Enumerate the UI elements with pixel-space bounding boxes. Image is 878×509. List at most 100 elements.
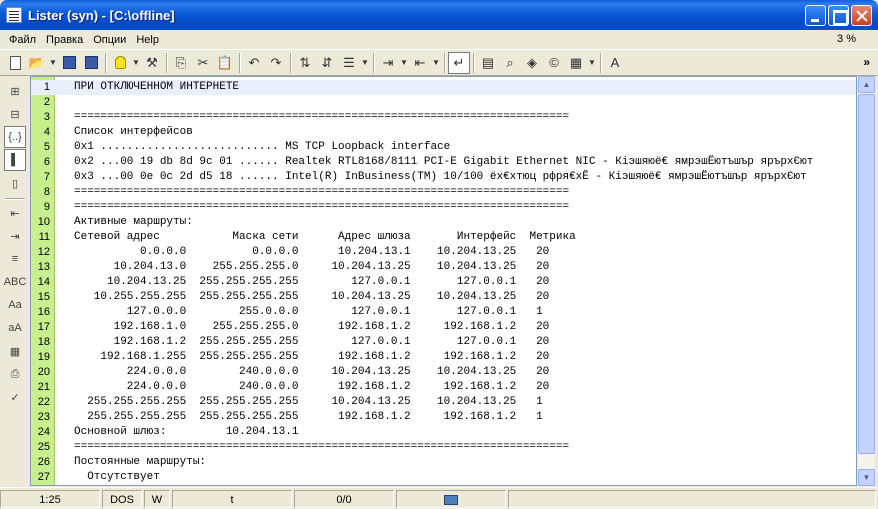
line-number: 8 xyxy=(43,186,50,198)
editor-line[interactable]: 22 255.255.255.255 255.255.255.255 10.20… xyxy=(31,395,856,410)
font-size-icon[interactable]: A xyxy=(604,52,626,74)
menu-options[interactable]: Опции xyxy=(88,34,131,46)
redo-icon[interactable]: ↷ xyxy=(265,52,287,74)
editor-line[interactable]: 4 Список интерфейсов xyxy=(31,125,856,140)
abc-icon[interactable]: ABC xyxy=(4,271,27,293)
lightbulb-dropdown-icon[interactable]: ▼ xyxy=(131,52,141,74)
bracket-icon[interactable]: {..} xyxy=(4,126,26,148)
line-text: 0x2 ...00 19 db 8d 9c 01 ...... Realtek … xyxy=(74,156,814,168)
line-number: 1 xyxy=(43,81,50,93)
editor-line[interactable]: 26 Постоянные маршруты: xyxy=(31,455,856,470)
vertical-scrollbar[interactable]: ▲ ▼ xyxy=(857,76,875,486)
line-number: 23 xyxy=(37,411,50,423)
status-mode[interactable]: W xyxy=(144,489,170,508)
editor-line[interactable]: 6 0x2 ...00 19 db 8d 9c 01 ...... Realtek… xyxy=(31,155,856,170)
copyright-icon[interactable]: © xyxy=(543,52,565,74)
editor-line[interactable]: 8 =======================================… xyxy=(31,185,856,200)
editor-line[interactable]: 5 0x1 ........................... MS TCP … xyxy=(31,140,856,155)
editor-line[interactable]: 1 ПРИ ОТКЛЮЧЕННОМ ИНТЕРНЕТЕ xyxy=(31,80,856,95)
export-icon[interactable]: ▦ xyxy=(565,52,587,74)
status-tabs[interactable]: t xyxy=(172,489,292,508)
menu-file[interactable]: Файл xyxy=(4,34,41,46)
save-icon[interactable] xyxy=(58,52,80,74)
copy-icon[interactable]: ⎘ xyxy=(170,52,192,74)
calendar-icon[interactable]: ▦ xyxy=(4,340,26,362)
close-button[interactable] xyxy=(851,4,872,26)
editor-line[interactable]: 9 =======================================… xyxy=(31,200,856,215)
tree-icon[interactable]: ⊞ xyxy=(4,80,26,102)
lister-app-icon[interactable] xyxy=(6,7,22,23)
indent-icon[interactable]: ⇥ xyxy=(377,52,399,74)
scroll-down-icon[interactable]: ▼ xyxy=(858,469,875,486)
open-dropdown-icon[interactable]: ▼ xyxy=(48,52,58,74)
maximize-button[interactable] xyxy=(828,4,849,26)
outdent-icon[interactable]: ⇤ xyxy=(409,52,431,74)
editor-line[interactable]: 14 10.204.13.25 255.255.255.255 127.0.0.… xyxy=(31,275,856,290)
print-icon[interactable]: ⎙ xyxy=(4,363,26,385)
menu-edit[interactable]: Правка xyxy=(41,34,88,46)
letter-case-icon[interactable]: Aa xyxy=(4,294,26,316)
editor-line[interactable]: 24 Основной шлюз: 10.204.13.1 xyxy=(31,425,856,440)
editor-line[interactable]: 12 0.0.0.0 0.0.0.0 10.204.13.1 10.204.13… xyxy=(31,245,856,260)
page-icon[interactable]: ▯ xyxy=(4,172,26,194)
editor-line[interactable]: 20 224.0.0.0 240.0.0.0 10.204.13.25 10.2… xyxy=(31,365,856,380)
toolbar-separator xyxy=(290,52,291,73)
editor-line[interactable]: 15 10.255.255.255 255.255.255.255 10.204… xyxy=(31,290,856,305)
spellcheck-icon[interactable]: ✓ xyxy=(4,386,26,408)
text-editor[interactable]: 1 ПРИ ОТКЛЮЧЕННОМ ИНТЕРНЕТЕ 2 3 ============… xyxy=(30,76,857,486)
export-dropdown-icon[interactable]: ▼ xyxy=(587,52,597,74)
undo-icon[interactable]: ↶ xyxy=(243,52,265,74)
sort-asc-icon[interactable]: ⇅ xyxy=(294,52,316,74)
editor-line[interactable]: 13 10.204.13.0 255.255.255.0 10.204.13.2… xyxy=(31,260,856,275)
lightbulb-icon[interactable] xyxy=(109,52,131,74)
editor-line[interactable]: 18 192.168.1.2 255.255.255.255 127.0.0.1… xyxy=(31,335,856,350)
text-view-icon[interactable]: ▌ xyxy=(4,149,26,171)
menu-help[interactable]: Help xyxy=(131,34,164,46)
indent-right-icon[interactable]: ⇥ xyxy=(4,225,26,247)
toolbar-separator xyxy=(444,52,445,73)
cut-icon[interactable]: ✂ xyxy=(192,52,214,74)
title-bar[interactable]: Lister (syn) - [C:\offline] xyxy=(0,0,878,30)
toolbar-overflow-icon[interactable]: » xyxy=(863,55,870,69)
find-icon[interactable]: ⌕ xyxy=(499,52,521,74)
indent-left-icon[interactable]: ⇤ xyxy=(4,202,26,224)
scroll-thumb[interactable] xyxy=(858,94,875,454)
status-encoding[interactable]: DOS xyxy=(102,489,142,508)
editor-line[interactable]: 25 ======================================… xyxy=(31,440,856,455)
new-file-icon[interactable] xyxy=(4,52,26,74)
align-icon[interactable]: ≡ xyxy=(4,248,26,270)
outdent-dropdown-icon[interactable]: ▼ xyxy=(431,52,441,74)
editor-line[interactable]: 27 Отсутствует xyxy=(31,470,856,485)
table-icon[interactable]: ▤ xyxy=(477,52,499,74)
list-dropdown-icon[interactable]: ▼ xyxy=(360,52,370,74)
open-folder-icon[interactable]: 📂 xyxy=(26,52,48,74)
line-number: 17 xyxy=(37,321,50,333)
editor-line[interactable]: 19 192.168.1.255 255.255.255.255 192.168… xyxy=(31,350,856,365)
browser-icon[interactable]: ◈ xyxy=(521,52,543,74)
indent-dropdown-icon[interactable]: ▼ xyxy=(399,52,409,74)
editor-line[interactable]: 10 Активные маршруты: xyxy=(31,215,856,230)
letter-case-alt-icon[interactable]: aA xyxy=(4,317,26,339)
scroll-up-icon[interactable]: ▲ xyxy=(858,76,875,93)
editor-line[interactable]: 16 127.0.0.0 255.0.0.0 127.0.0.1 127.0.0… xyxy=(31,305,856,320)
editor-line[interactable]: 23 255.255.255.255 255.255.255.255 192.1… xyxy=(31,410,856,425)
editor-line[interactable]: 7 0x3 ...00 0e 0c 2d d5 18 ...... Intel(R… xyxy=(31,170,856,185)
editor-line[interactable]: 2 xyxy=(31,95,856,110)
minimize-button[interactable] xyxy=(805,4,826,26)
status-bar: 1:25 DOS W t 0/0 xyxy=(0,487,878,509)
tools-icon[interactable]: ⚒ xyxy=(141,52,163,74)
line-number: 25 xyxy=(37,441,50,453)
tree-alt-icon[interactable]: ⊟ xyxy=(4,103,26,125)
save-all-icon[interactable] xyxy=(80,52,102,74)
status-view-mode[interactable] xyxy=(396,489,506,508)
word-wrap-icon[interactable]: ↵ xyxy=(448,51,470,74)
zoom-percent[interactable]: 3 % xyxy=(837,33,856,45)
editor-line[interactable]: 3 =======================================… xyxy=(31,110,856,125)
sort-desc-icon[interactable]: ⇵ xyxy=(316,52,338,74)
paste-icon[interactable]: 📋 xyxy=(214,52,236,74)
editor-line[interactable]: 17 192.168.1.0 255.255.255.0 192.168.1.2… xyxy=(31,320,856,335)
editor-line[interactable]: 11 Сетевой адрес Маска сети Адрес шлюза И… xyxy=(31,230,856,245)
editor-line[interactable]: 21 224.0.0.0 240.0.0.0 192.168.1.2 192.1… xyxy=(31,380,856,395)
line-text: 127.0.0.0 255.0.0.0 127.0.0.1 127.0.0.1 … xyxy=(74,306,543,318)
list-icon[interactable]: ☰ xyxy=(338,52,360,74)
